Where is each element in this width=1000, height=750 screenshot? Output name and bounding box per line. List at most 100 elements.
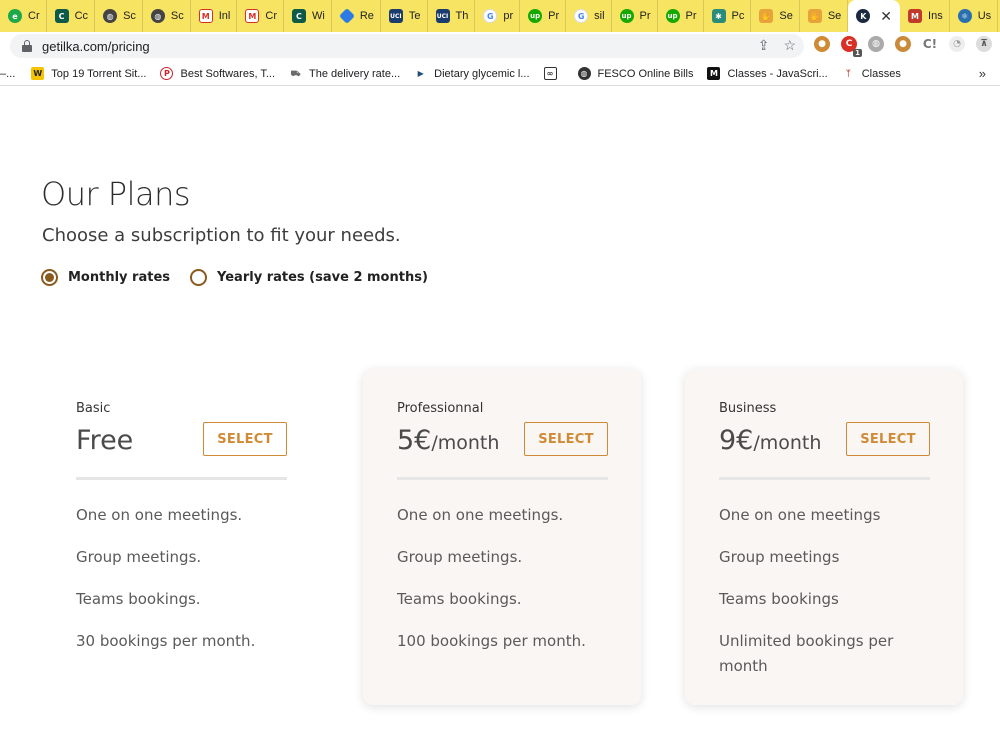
- feature-item: Teams bookings.: [397, 590, 522, 608]
- price-unit: /month: [431, 432, 500, 454]
- tab-label: Cc: [74, 10, 89, 22]
- bookmark-item[interactable]: ▶ Dietary glycemic l...: [414, 67, 530, 80]
- tab-label: Se: [779, 10, 793, 22]
- extension-globe-icon[interactable]: ◍: [868, 36, 884, 52]
- lock-icon[interactable]: [22, 40, 32, 52]
- plan-price: 5€/month: [397, 425, 499, 456]
- more-bookmarks-icon[interactable]: »: [979, 66, 986, 81]
- extension-clock-icon[interactable]: ◔: [949, 36, 965, 52]
- billing-toggle: Monthly rates Yearly rates (save 2 month…: [41, 269, 448, 286]
- tab-label: pr: [503, 10, 514, 22]
- tab-item[interactable]: up Pr: [520, 0, 567, 32]
- bookmark-item[interactable]: W Top 19 Torrent Sit...: [31, 67, 146, 80]
- bookmark-item[interactable]: ◍ FESCO Online Bills: [577, 67, 693, 80]
- select-business-button[interactable]: SELECT: [846, 422, 930, 456]
- tab-item[interactable]: UCI Th: [428, 0, 476, 32]
- yearly-rates-option[interactable]: Yearly rates (save 2 months): [190, 269, 428, 286]
- tab-item[interactable]: C Wi: [284, 0, 332, 32]
- tab-label: Ins: [928, 10, 943, 22]
- extension-adblock-icon[interactable]: C1: [841, 36, 862, 57]
- tab-item[interactable]: M Ins: [900, 0, 950, 32]
- plan-divider: [76, 477, 287, 480]
- feature-item: Group meetings.: [76, 548, 202, 566]
- price-amount: Free: [76, 425, 134, 456]
- url-text[interactable]: getilka.com/pricing: [42, 39, 150, 54]
- plan-features: One on one meetings. Group meetings. Tea…: [397, 503, 617, 671]
- bookmark-item[interactable]: ⛟ The delivery rate...: [289, 67, 401, 80]
- tab-item[interactable]: up Pr: [612, 0, 658, 32]
- tab-item[interactable]: ✋ Se: [751, 0, 800, 32]
- address-bar[interactable]: getilka.com/pricing ⇪ ☆: [10, 34, 804, 58]
- extensions-bar: ● C1 ◍ ● C! ◔ ⊼: [814, 36, 992, 57]
- monthly-label[interactable]: Monthly rates: [68, 270, 170, 285]
- page-title: Our Plans: [41, 175, 191, 213]
- uci-icon: UCI: [388, 9, 403, 23]
- plan-features: One on one meetings. Group meetings. Tea…: [76, 503, 296, 671]
- plan-price: 9€/month: [719, 425, 821, 456]
- tab-item[interactable]: M Inl: [191, 0, 238, 32]
- bookmark-label: The delivery rate...: [309, 67, 401, 80]
- monthly-radio[interactable]: [41, 269, 58, 286]
- tab-item[interactable]: ✋ Se: [800, 0, 849, 32]
- plan-features: One on one meetings Group meetings Teams…: [719, 503, 939, 696]
- bookmark-star-icon[interactable]: ☆: [783, 37, 796, 54]
- feature-item: Teams bookings.: [76, 590, 201, 608]
- plan-name: Professionnal: [397, 401, 484, 416]
- tab-label: Wi: [311, 10, 325, 22]
- tab-item[interactable]: Gsil: [566, 0, 612, 32]
- extension-eye-icon[interactable]: ●: [814, 36, 830, 52]
- tab-item[interactable]: M Cr: [237, 0, 284, 32]
- plan-name: Business: [719, 401, 777, 416]
- google-icon: G: [574, 9, 589, 23]
- feature-item: Teams bookings: [719, 590, 839, 608]
- hand-icon: ✋: [759, 9, 774, 23]
- tab-label: Pr: [548, 10, 560, 22]
- tab-label: Pr: [685, 10, 697, 22]
- tab-item[interactable]: e Cr: [0, 0, 47, 32]
- bookmark-item[interactable]: ∞: [543, 67, 564, 80]
- tab-label: sil: [594, 10, 605, 22]
- tab-item[interactable]: C Cc: [47, 0, 96, 32]
- tab-item[interactable]: ⚛ Us: [950, 0, 999, 32]
- c-icon: C: [54, 9, 69, 23]
- tab-item[interactable]: ✱ Pc: [704, 0, 752, 32]
- bookmark-item[interactable]: –...: [0, 68, 15, 80]
- tab-label: Cr: [265, 10, 277, 22]
- pricing-page: Our Plans Choose a subscription to fit y…: [0, 87, 1000, 750]
- close-tab-icon[interactable]: ✕: [880, 8, 892, 25]
- bookmark-label: Classes: [861, 67, 901, 80]
- tab-active[interactable]: K ✕: [848, 0, 901, 32]
- tab-item[interactable]: ◍ Sc: [95, 0, 143, 32]
- tab-item[interactable]: Re: [332, 0, 381, 32]
- extension-menu-icon[interactable]: ⊼: [976, 36, 992, 52]
- bookmark-item[interactable]: P Best Softwares, T...: [160, 67, 275, 80]
- tab-label: Pr: [639, 10, 651, 22]
- plan-card-professional: Professionnal 5€/month SELECT One on one…: [363, 369, 641, 705]
- tab-item[interactable]: ◍ Sc: [143, 0, 191, 32]
- feature-item: 30 bookings per month.: [76, 632, 256, 650]
- share-icon[interactable]: ⇪: [758, 37, 770, 54]
- tab-label: Sc: [170, 10, 184, 22]
- bookmark-item[interactable]: ᛉ Classes: [842, 67, 901, 80]
- bookmark-label: Dietary glycemic l...: [434, 67, 530, 80]
- plan-card-basic: Basic Free SELECT One on one meetings. G…: [42, 369, 320, 705]
- plan-divider: [397, 477, 608, 480]
- select-basic-button[interactable]: SELECT: [203, 422, 287, 456]
- yearly-radio[interactable]: [190, 269, 208, 286]
- tab-item[interactable]: up Pr: [658, 0, 704, 32]
- yearly-label[interactable]: Yearly rates (save 2 months): [217, 270, 428, 285]
- tab-label: Re: [359, 10, 374, 22]
- select-professional-button[interactable]: SELECT: [524, 422, 608, 456]
- tab-label: Inl: [218, 10, 231, 22]
- plan-price: Free: [76, 425, 133, 456]
- tab-item[interactable]: Gpr: [475, 0, 521, 32]
- monthly-rates-option[interactable]: Monthly rates: [41, 269, 170, 286]
- uci-icon: UCI: [435, 9, 450, 23]
- bookmark-item[interactable]: M Classes - JavaScri...: [707, 67, 828, 80]
- tab-item[interactable]: UCI Te: [381, 0, 428, 32]
- tab-label: Cr: [28, 10, 40, 22]
- extension-c-icon[interactable]: C!: [922, 36, 938, 52]
- feature-item: Group meetings.: [397, 548, 523, 566]
- extension-cookie-icon[interactable]: ●: [895, 36, 911, 52]
- google-icon: G: [483, 9, 498, 23]
